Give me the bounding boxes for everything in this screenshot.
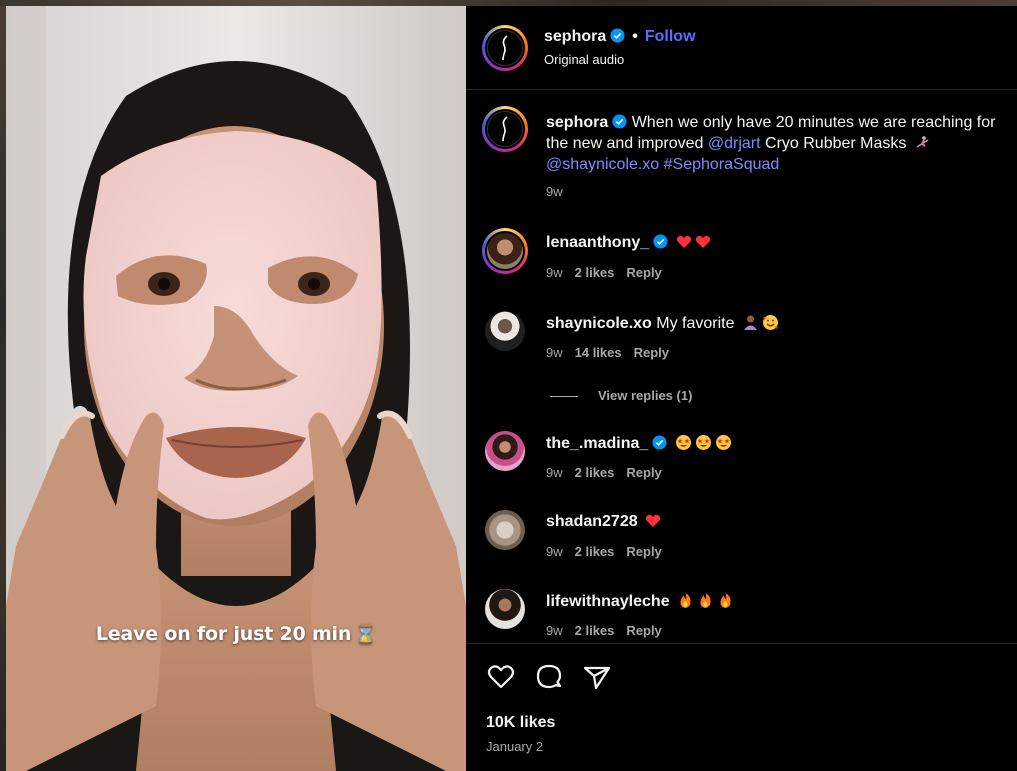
- comment-username[interactable]: shaynicole.xo: [546, 315, 652, 332]
- video-caption-overlay: Leave on for just 20 min ⌛: [6, 623, 466, 645]
- replies-divider-line: [550, 396, 578, 398]
- comment-meta: 9w 2 likes Reply: [546, 265, 674, 280]
- comment-body: lenaanthony_: [546, 234, 711, 252]
- comment-bubble-icon[interactable]: [534, 662, 564, 692]
- comment-likes[interactable]: 2 likes: [575, 544, 615, 559]
- sephora-logo-icon: [502, 116, 508, 142]
- smiling-face-with-hearts-emoji-icon: [762, 315, 778, 330]
- caption-text: sephora When we only have 20 minutes we …: [546, 112, 1016, 175]
- post-details-panel: sephora • Follow Original audio sephora Wh…: [466, 6, 1017, 771]
- comment-body: shadan2728: [546, 513, 661, 531]
- fire-emoji-icon: [680, 593, 691, 608]
- comment-meta: 9w 2 likes Reply: [546, 465, 674, 480]
- comment-meta: 9w 2 likes Reply: [546, 623, 674, 638]
- view-replies-button[interactable]: View replies (1): [550, 388, 692, 403]
- comment-body: shaynicole.xo My favorite: [546, 314, 779, 333]
- like-heart-icon[interactable]: [486, 662, 516, 692]
- video-frame-illustration: [6, 6, 466, 771]
- post-date: January 2: [486, 739, 544, 754]
- comment-body: the_.madina_: [546, 434, 732, 453]
- mention-drjart[interactable]: @drjart: [708, 135, 761, 152]
- sephora-logo-icon: [502, 35, 508, 61]
- comment-text: My favorite: [656, 315, 735, 332]
- star-struck-emoji-icon: [675, 435, 691, 450]
- reply-button[interactable]: Reply: [626, 623, 661, 638]
- comment-username[interactable]: shadan2728: [546, 513, 638, 530]
- post-header: sephora • Follow Original audio: [466, 6, 1017, 90]
- fire-emoji-icon: [700, 593, 711, 608]
- comment-avatar[interactable]: [485, 510, 525, 550]
- header-username[interactable]: sephora: [544, 28, 606, 45]
- fire-emoji-icon: [720, 593, 731, 608]
- comment-age: 9w: [546, 623, 563, 638]
- skier-emoji-icon: [916, 136, 929, 148]
- verified-badge-icon: [610, 28, 625, 43]
- comment-likes[interactable]: 14 likes: [575, 345, 622, 360]
- reply-button[interactable]: Reply: [626, 544, 661, 559]
- comment-meta: 9w 2 likes Reply: [546, 544, 674, 559]
- mention-shaynicole[interactable]: @shaynicole.xo: [546, 156, 659, 173]
- likes-count[interactable]: 10K likes: [486, 714, 555, 732]
- hashtag-sephorasquad[interactable]: #SephoraSquad: [664, 156, 780, 173]
- comment-likes[interactable]: 2 likes: [575, 465, 615, 480]
- comment-item: shaynicole.xo My favorite 9w 14 likes Repl…: [482, 311, 1017, 371]
- caption-username[interactable]: sephora: [546, 114, 608, 131]
- comment-body: lifewithnayleche: [546, 592, 734, 611]
- comment-item: lifewithnayleche 9w 2 likes Reply: [482, 589, 1017, 643]
- comment-item: shadan2728 9w 2 likes Reply: [482, 510, 1017, 570]
- separator-dot: •: [632, 28, 638, 45]
- heart-emoji-icon: [695, 235, 710, 248]
- comment-avatar[interactable]: [485, 431, 525, 471]
- original-audio-link[interactable]: Original audio: [544, 52, 624, 67]
- video-caption-text: Leave on for just 20 min: [95, 623, 352, 645]
- heart-emoji-icon: [676, 235, 691, 248]
- comment-username[interactable]: lifewithnayleche: [546, 593, 670, 610]
- comment-likes[interactable]: 2 likes: [575, 265, 615, 280]
- comment-username[interactable]: the_.madina_: [546, 435, 648, 452]
- reply-button[interactable]: Reply: [634, 345, 669, 360]
- comments-list[interactable]: sephora When we only have 20 minutes we …: [466, 90, 1017, 643]
- reply-button[interactable]: Reply: [626, 465, 661, 480]
- comment-avatar[interactable]: [482, 228, 528, 274]
- comment-age: 9w: [546, 265, 563, 280]
- caption-avatar[interactable]: [482, 106, 528, 152]
- verified-badge-icon: [652, 435, 667, 450]
- comment-likes[interactable]: 2 likes: [575, 623, 615, 638]
- comment-age: 9w: [546, 345, 563, 360]
- comment-username[interactable]: lenaanthony_: [546, 234, 649, 251]
- view-replies-label: View replies (1): [598, 388, 693, 403]
- comment-avatar[interactable]: [485, 589, 525, 629]
- comment-age: 9w: [546, 465, 563, 480]
- star-struck-emoji-icon: [695, 435, 711, 450]
- sephora-avatar[interactable]: [482, 25, 528, 71]
- reel-video[interactable]: Leave on for just 20 min ⌛: [6, 6, 466, 771]
- share-send-icon[interactable]: [582, 662, 612, 692]
- comment-meta: 9w 14 likes Reply: [546, 345, 681, 360]
- caption-age: 9w: [546, 184, 563, 199]
- verified-badge-icon: [612, 114, 627, 129]
- hourglass-icon: ⌛: [355, 625, 377, 645]
- comment-age: 9w: [546, 544, 563, 559]
- comment-avatar[interactable]: [485, 311, 525, 351]
- reply-button[interactable]: Reply: [626, 265, 661, 280]
- header-username-row: sephora • Follow: [544, 28, 696, 46]
- person-emoji-icon: [743, 315, 757, 330]
- post-actions: 10K likes January 2: [466, 643, 1017, 771]
- verified-badge-icon: [653, 234, 668, 249]
- caption-body-2: Cryo Rubber Masks: [760, 135, 911, 152]
- comment-item: the_.madina_ 9w 2 likes Reply: [482, 431, 1017, 491]
- heart-emoji-icon: [645, 514, 661, 527]
- star-struck-emoji-icon: [715, 435, 731, 450]
- follow-button[interactable]: Follow: [645, 28, 696, 45]
- comment-item: lenaanthony_ 9w 2 likes Reply: [482, 228, 1017, 291]
